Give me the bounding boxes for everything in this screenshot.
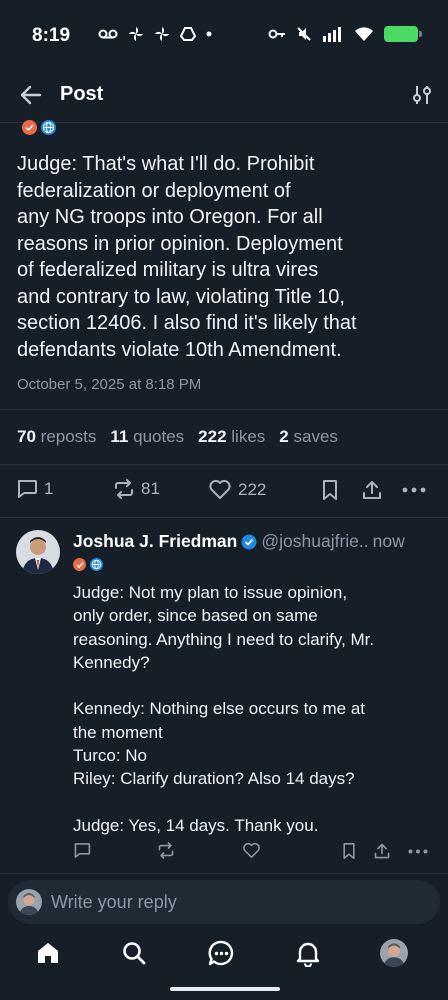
quotes-stat[interactable]: 11 quotes — [110, 427, 184, 447]
post-actions: 1 81 222 — [0, 470, 448, 510]
status-notification-icons — [98, 26, 212, 42]
signal-icon — [323, 27, 341, 42]
divider — [0, 464, 448, 465]
bookmark-icon[interactable] — [320, 479, 340, 501]
like-count: 222 — [238, 479, 267, 499]
verified-check-badge-icon — [22, 120, 37, 135]
globe-badge-icon — [41, 120, 56, 135]
reply-count: 1 — [44, 479, 54, 498]
pinwheel-icon-2 — [155, 27, 169, 41]
home-indicator[interactable] — [170, 987, 280, 991]
bottom-navigation — [0, 930, 448, 980]
page-title: Post — [60, 83, 104, 105]
wifi-icon — [355, 27, 373, 41]
repost-icon[interactable] — [157, 842, 175, 859]
more-options-icon[interactable] — [402, 487, 426, 493]
top-bar: Post — [0, 70, 448, 123]
drive-icon — [180, 27, 196, 41]
profile-avatar[interactable] — [380, 939, 408, 967]
reply-author-badges — [73, 558, 103, 571]
status-system-icons — [268, 26, 422, 42]
reply-text: Judge: Not my plan to issue opinion, onl… — [73, 583, 375, 835]
repost-button[interactable]: 81 — [113, 479, 160, 499]
dot-icon — [206, 31, 212, 37]
battery-icon — [384, 26, 422, 42]
divider — [0, 409, 448, 410]
mute-icon — [297, 27, 311, 41]
reply-author-handle[interactable]: @joshuajfrie.. — [261, 531, 368, 552]
more-options-icon[interactable] — [408, 849, 428, 854]
saves-stat[interactable]: 2 saves — [279, 427, 338, 447]
divider — [0, 517, 448, 518]
reply-timestamp: now — [372, 531, 405, 551]
current-user-avatar — [16, 889, 42, 915]
reply-button[interactable]: 1 — [16, 479, 53, 499]
pinwheel-icon — [129, 27, 143, 41]
reply-input-placeholder[interactable]: Write your reply — [51, 892, 177, 913]
repost-count: 81 — [141, 479, 160, 498]
thread-settings-icon[interactable] — [412, 84, 432, 106]
globe-badge-icon — [90, 558, 103, 571]
post-stats: 70 reposts 11 quotes 222 likes 2 saves — [17, 427, 338, 447]
like-button[interactable]: 222 — [208, 479, 266, 500]
share-icon[interactable] — [373, 842, 391, 860]
verified-check-badge-icon — [73, 558, 86, 571]
bookmark-icon[interactable] — [341, 842, 357, 860]
chat-icon[interactable] — [208, 940, 235, 967]
reply-author-avatar[interactable] — [16, 530, 60, 574]
verified-blue-check-icon — [241, 534, 257, 549]
share-icon[interactable] — [361, 479, 383, 501]
divider — [0, 873, 448, 874]
repost-icon — [115, 479, 133, 499]
back-arrow-icon[interactable] — [18, 82, 44, 108]
reply-bubble-icon — [17, 480, 37, 498]
post-timestamp: October 5, 2025 at 8:18 PM — [17, 376, 202, 393]
reply-actions — [0, 840, 448, 864]
reply-composer[interactable]: Write your reply — [8, 880, 440, 924]
notifications-bell-icon[interactable] — [295, 940, 321, 967]
reply-author-name[interactable]: Joshua J. Friedman — [73, 531, 237, 552]
likes-stat[interactable]: 222 likes — [198, 427, 265, 447]
key-icon — [268, 29, 285, 39]
home-icon[interactable] — [35, 940, 61, 966]
heart-icon[interactable] — [242, 842, 261, 859]
post-text: Judge: That's what I'll do. Prohibit fed… — [17, 153, 357, 361]
heart-icon — [209, 479, 231, 499]
reposts-stat[interactable]: 70 reposts — [17, 427, 96, 447]
status-bar: 8:19 — [0, 0, 448, 70]
reply-author-line: Joshua J. Friedman @joshuajfrie.. now — [73, 531, 405, 552]
status-time: 8:19 — [32, 25, 71, 46]
post-author-badges — [22, 120, 56, 135]
voicemail-icon — [98, 29, 118, 39]
reply-bubble-icon[interactable] — [73, 842, 91, 859]
search-icon[interactable] — [121, 940, 147, 966]
